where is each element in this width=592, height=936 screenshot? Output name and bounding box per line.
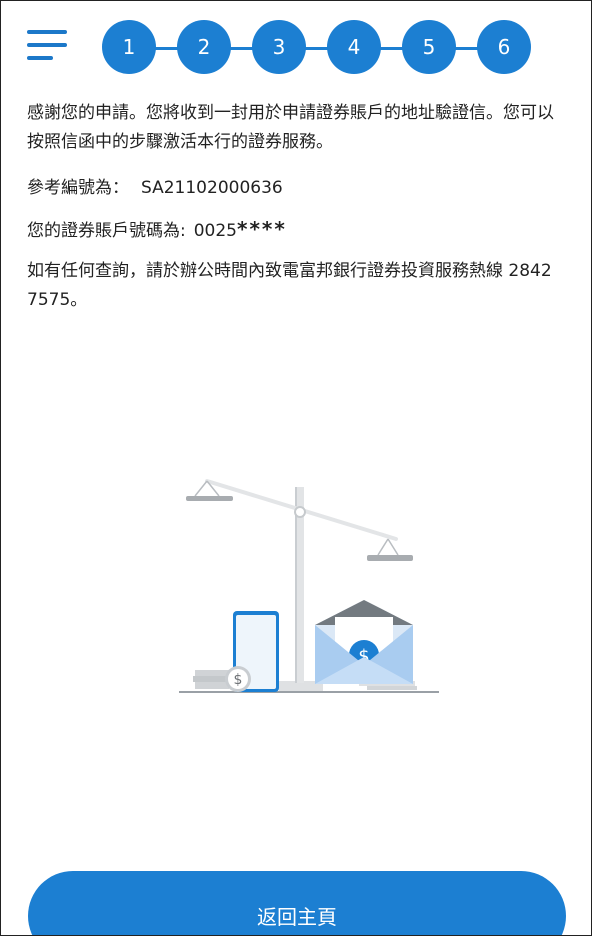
progress-stepper: 1 2 3 4 5 6: [101, 20, 533, 76]
app-frame: 1 2 3 4 5 6 感謝您的申請。您將收到一封用於申請證券賬戶的地址驗證信。…: [0, 0, 592, 936]
account-number: 您的證券賬戶號碼為: 0025****: [27, 215, 567, 246]
scale-phone-envelope-illustration: $ $: [171, 469, 451, 701]
confirmation-message: 感謝您的申請。您將收到一封用於申請證券賬戶的地址驗證信。您可以按照信函中的步驟激…: [27, 99, 567, 315]
account-prefix: 0025: [193, 221, 237, 241]
reference-number: 參考編號為： SA21102000636: [27, 174, 567, 203]
reference-label: 參考編號為：: [27, 178, 129, 198]
step-2: 2: [177, 20, 231, 74]
coin-dollar-sign: $: [234, 672, 243, 688]
enquiry-text: 如有任何查詢，請於辦公時間內致電富邦銀行證券投資服務熱線 2842 7575。: [27, 261, 552, 310]
back-to-home-button[interactable]: 返回主頁: [28, 871, 566, 935]
step-3: 3: [252, 20, 306, 74]
reference-value: SA21102000636: [141, 178, 283, 198]
account-label: 您的證券賬戶號碼為:: [27, 221, 186, 241]
account-mask: ****: [237, 217, 287, 241]
step-5: 5: [402, 20, 456, 74]
menu-icon[interactable]: [27, 30, 67, 64]
step-4: 4: [327, 20, 381, 74]
step-1: 1: [102, 20, 156, 74]
step-6: 6: [477, 20, 531, 74]
intro-text: 感謝您的申請。您將收到一封用於申請證券賬戶的地址驗證信。您可以按照信函中的步驟激…: [27, 103, 554, 152]
